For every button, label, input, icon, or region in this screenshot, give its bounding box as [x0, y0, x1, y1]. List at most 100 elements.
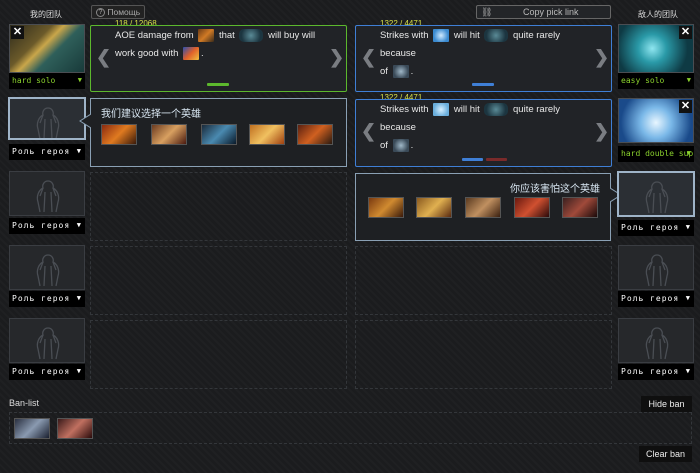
hero-icon — [198, 28, 215, 42]
right-tip-card-1: ❮ ❯ Strikes with will hit quite rarely b… — [355, 25, 612, 92]
tip-text: will hit — [453, 30, 480, 41]
hero-icon — [392, 138, 409, 152]
left-slot-5[interactable] — [9, 318, 85, 363]
chevron-left-icon[interactable]: ❮ — [96, 47, 111, 68]
tip-text: of — [380, 66, 388, 77]
counter-hero-2[interactable] — [416, 197, 452, 218]
triangle-down-icon: ▼ — [77, 76, 82, 84]
right-role-select-5[interactable]: Роль героя ▼ — [618, 364, 694, 380]
tip-text: Strikes with — [380, 30, 429, 41]
tip-text: that — [218, 30, 235, 41]
triangle-down-icon: ▼ — [686, 149, 691, 157]
chevron-right-icon[interactable]: ❯ — [594, 47, 609, 68]
hero-icon — [392, 64, 409, 78]
triangle-down-icon: ▼ — [686, 76, 691, 84]
tip-text: . — [410, 140, 414, 151]
clear-ban-button[interactable]: Clear ban — [639, 446, 692, 462]
right-slot-5[interactable] — [618, 318, 694, 363]
left-slot-1[interactable]: ✕ — [9, 24, 85, 73]
banned-hero-2[interactable] — [57, 418, 93, 439]
role-label: easy solo — [621, 76, 665, 85]
close-icon[interactable]: ✕ — [679, 100, 692, 113]
copy-pick-link-button[interactable]: ⛓ Copy pick link — [476, 5, 611, 19]
left-slot-2[interactable] — [8, 97, 86, 140]
empty-tip-area — [355, 246, 612, 315]
triangle-down-icon: ▼ — [76, 147, 82, 155]
counter-hero-1[interactable] — [368, 197, 404, 218]
hero-icon — [433, 28, 450, 42]
counter-hero-3[interactable] — [465, 197, 501, 218]
empty-tip-area — [90, 320, 347, 389]
left-tip-card: ❮ ❯ AOE damage from that will buy will w… — [90, 25, 347, 92]
empty-hero-silhouette-icon — [645, 254, 669, 287]
empty-tip-area — [355, 320, 612, 389]
left-role-select-2[interactable]: Роль героя ▼ — [9, 144, 85, 160]
tip-text: . — [410, 66, 414, 77]
left-role-select-4[interactable]: Роль героя ▼ — [9, 291, 85, 307]
right-role-select-3[interactable]: Роль героя ▼ — [618, 220, 694, 236]
hero-icon — [484, 102, 509, 116]
triangle-down-icon: ▼ — [76, 221, 82, 229]
left-slot-3[interactable] — [9, 171, 85, 216]
ban-list-label: Ban-list — [9, 398, 40, 408]
help-button[interactable]: ? Помощь — [91, 5, 146, 19]
empty-hero-silhouette-icon — [36, 180, 60, 213]
suggested-hero-1[interactable] — [101, 124, 137, 145]
right-slot-3[interactable] — [617, 171, 695, 217]
right-slot-1[interactable]: ✕ — [618, 24, 694, 73]
carousel-indicator[interactable] — [207, 83, 229, 86]
triangle-down-icon: ▼ — [685, 367, 691, 375]
empty-tip-area — [90, 246, 347, 315]
suggest-title: 你应该害怕这个英雄 — [510, 184, 600, 195]
role-label: Роль героя — [621, 367, 680, 376]
suggest-title: 我们建议选择一个英雄 — [101, 109, 201, 120]
suggested-hero-4[interactable] — [249, 124, 285, 145]
suggested-hero-3[interactable] — [201, 124, 237, 145]
empty-hero-silhouette-icon — [36, 107, 60, 138]
chevron-right-icon[interactable]: ❯ — [329, 47, 344, 68]
chevron-left-icon[interactable]: ❮ — [361, 47, 376, 68]
carousel-indicator[interactable] — [462, 158, 483, 161]
role-label: hard solo — [12, 76, 56, 85]
counter-heroes-panel: 你应该害怕这个英雄 — [355, 173, 611, 241]
empty-hero-silhouette-icon — [645, 181, 669, 214]
role-label: hard double sup — [621, 149, 694, 158]
right-role-select-1[interactable]: easy solo ▼ — [618, 73, 694, 89]
hero-icon — [239, 28, 264, 42]
carousel-indicator[interactable] — [486, 158, 507, 161]
left-role-select-5[interactable]: Роль героя ▼ — [9, 364, 85, 380]
right-role-select-4[interactable]: Роль героя ▼ — [618, 291, 694, 307]
tip-text: . — [201, 48, 204, 59]
hide-ban-button[interactable]: Hide ban — [641, 396, 692, 412]
triangle-down-icon: ▼ — [685, 223, 691, 231]
left-role-select-3[interactable]: Роль героя ▼ — [9, 218, 85, 234]
counter-hero-5[interactable] — [562, 197, 598, 218]
chevron-left-icon[interactable]: ❮ — [361, 121, 376, 142]
hero-icon — [433, 102, 450, 116]
tip-text: Strikes with — [380, 104, 429, 115]
left-slot-4[interactable] — [9, 245, 85, 290]
question-icon: ? — [96, 8, 105, 18]
hero-icon — [484, 28, 509, 42]
role-label: Роль героя — [12, 367, 71, 376]
left-role-select-1[interactable]: hard solo ▼ — [9, 73, 85, 89]
banned-hero-1[interactable] — [14, 418, 50, 439]
suggest-heroes-panel: 我们建议选择一个英雄 — [90, 98, 347, 167]
role-label: Роль героя — [12, 147, 71, 156]
role-label: Роль героя — [12, 294, 71, 303]
suggested-hero-2[interactable] — [151, 124, 187, 145]
carousel-indicator[interactable] — [472, 83, 494, 86]
close-icon[interactable]: ✕ — [11, 26, 24, 39]
role-label: Роль героя — [12, 221, 71, 230]
role-label: Роль героя — [621, 223, 680, 232]
counter-hero-4[interactable] — [514, 197, 550, 218]
close-icon[interactable]: ✕ — [679, 26, 692, 39]
hero-icon — [183, 46, 200, 60]
tip-text: AOE damage from — [115, 30, 194, 41]
right-slot-2[interactable]: ✕ — [618, 98, 694, 143]
chevron-right-icon[interactable]: ❯ — [594, 121, 609, 142]
right-role-select-2[interactable]: hard double sup ▼ — [618, 146, 694, 162]
right-slot-4[interactable] — [618, 245, 694, 290]
suggested-hero-5[interactable] — [297, 124, 333, 145]
triangle-down-icon: ▼ — [76, 294, 82, 302]
